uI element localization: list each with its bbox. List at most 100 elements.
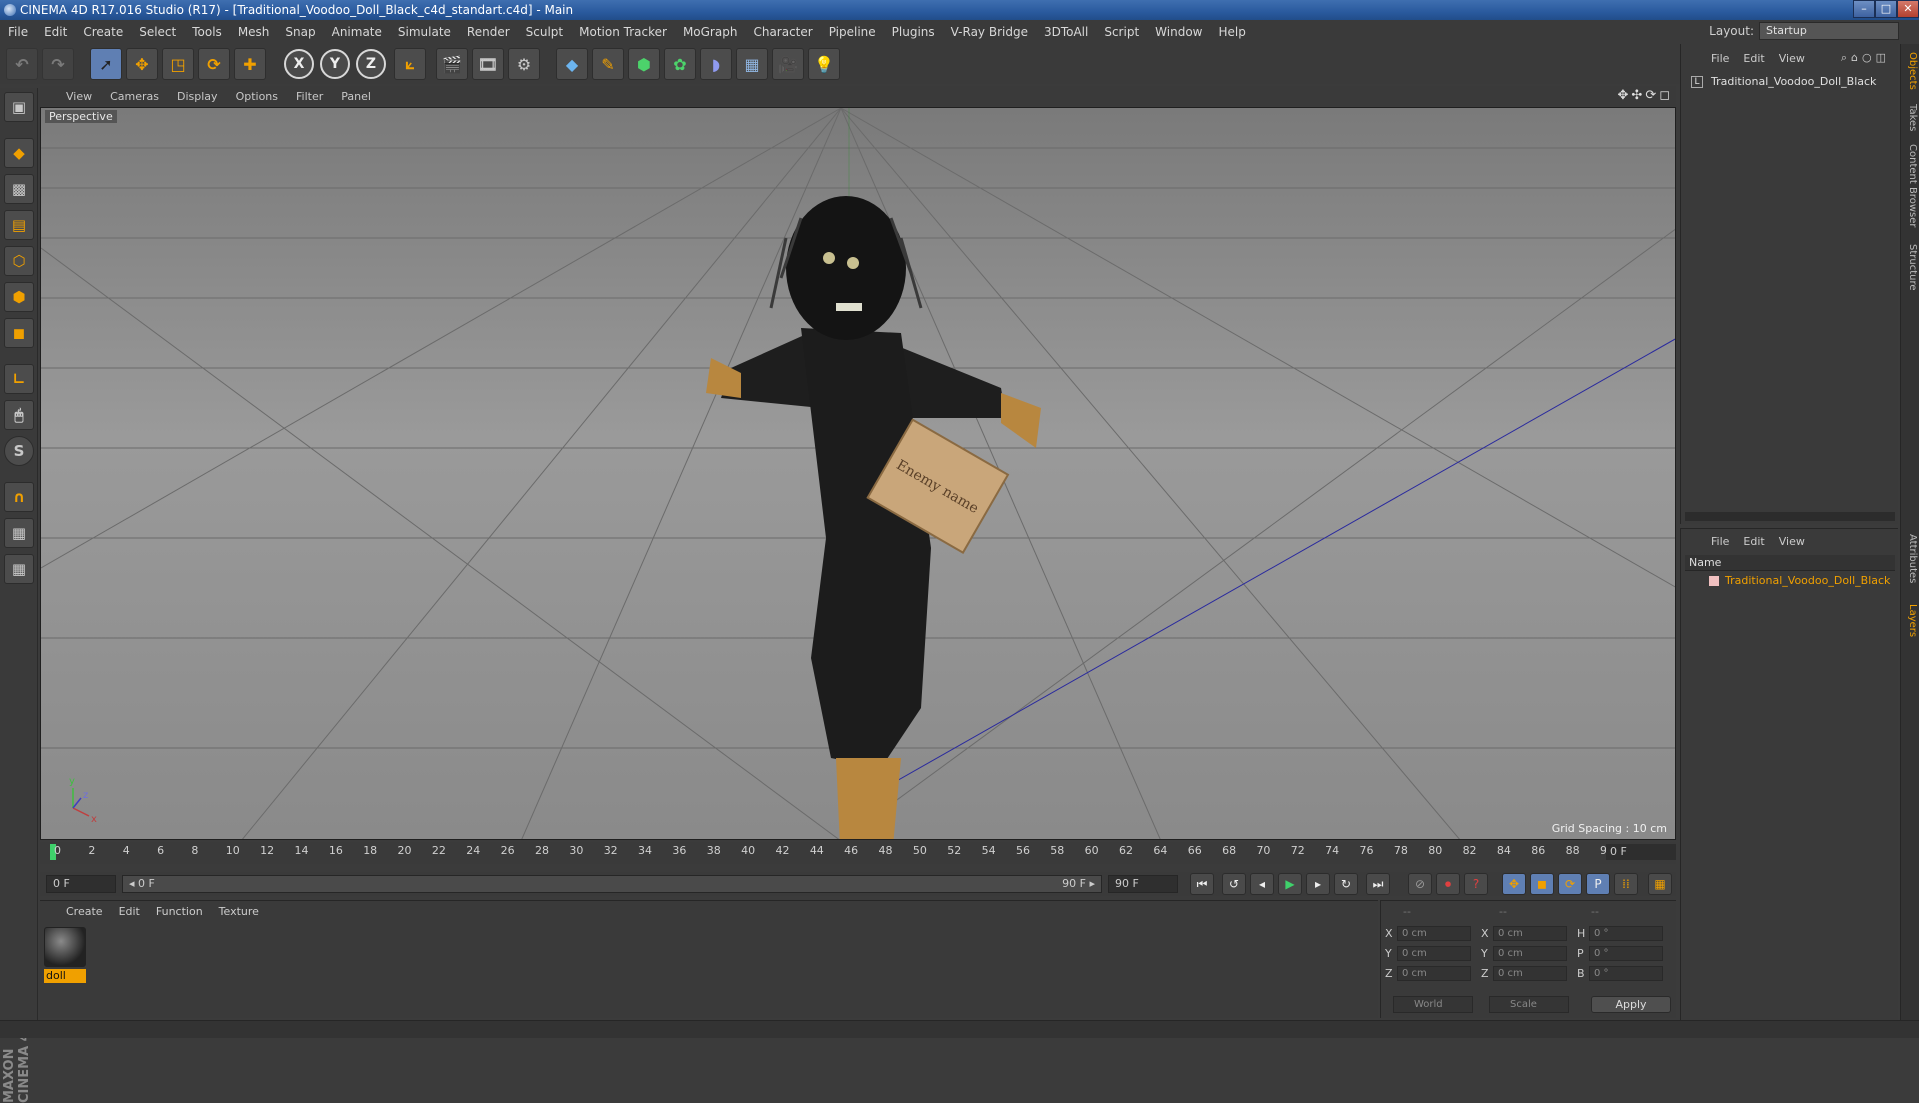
light-icon[interactable]: 💡 xyxy=(808,48,840,80)
position-z-field[interactable]: 0 cm xyxy=(1397,966,1471,981)
material-menu-create[interactable]: Create xyxy=(66,905,103,918)
next-key-button[interactable]: ↻ xyxy=(1334,873,1358,895)
tab-objects[interactable]: Objects xyxy=(1903,52,1918,90)
auto-key-button[interactable]: ? xyxy=(1464,873,1488,895)
z-axis-lock-button[interactable]: Z xyxy=(356,49,386,79)
timeline-window-icon[interactable]: ▦ xyxy=(1648,873,1672,895)
apply-button[interactable]: Apply xyxy=(1591,996,1671,1013)
material-swatch-doll[interactable] xyxy=(44,927,86,967)
menu-render[interactable]: Render xyxy=(467,25,510,39)
material-menu-texture[interactable]: Texture xyxy=(219,905,259,918)
object-menu-edit[interactable]: Edit xyxy=(1743,52,1764,65)
camera-icon[interactable]: 🎥 xyxy=(772,48,804,80)
layer-menu-edit[interactable]: Edit xyxy=(1743,535,1764,548)
timeline-ruler[interactable]: 0246810121416182022242628303234363840424… xyxy=(40,842,1676,864)
coord-mode-world-dropdown[interactable]: World xyxy=(1393,996,1473,1013)
object-menu-view[interactable]: View xyxy=(1779,52,1805,65)
record-disabled-button[interactable]: ⊘ xyxy=(1408,873,1432,895)
x-axis-lock-button[interactable]: X xyxy=(284,49,314,79)
snap-icon[interactable]: S xyxy=(4,436,34,466)
menu-snap[interactable]: Snap xyxy=(285,25,315,39)
tweak-mode-icon[interactable]: 🖱 xyxy=(4,400,34,430)
object-menu-file[interactable]: File xyxy=(1711,52,1729,65)
tab-structure[interactable]: Structure xyxy=(1903,244,1918,291)
minimize-button[interactable]: – xyxy=(1853,0,1875,18)
make-editable-icon[interactable]: ▣ xyxy=(4,92,34,122)
undo-icon[interactable]: ↶ xyxy=(6,48,38,80)
end-frame-field[interactable]: 90 F xyxy=(1108,875,1178,893)
tab-layers[interactable]: Layers xyxy=(1903,604,1918,637)
menu-tools[interactable]: Tools xyxy=(192,25,222,39)
layout-dropdown[interactable]: Startup xyxy=(1759,22,1899,40)
size-x-field[interactable]: 0 cm xyxy=(1493,926,1567,941)
deformer-icon[interactable]: ◗ xyxy=(700,48,732,80)
layer-menu-view[interactable]: View xyxy=(1779,535,1805,548)
planar-workplane-icon[interactable]: ▦ xyxy=(4,554,34,584)
material-menu-edit[interactable]: Edit xyxy=(119,905,140,918)
select-icon[interactable]: ➚ xyxy=(90,48,122,80)
menu-pipeline[interactable]: Pipeline xyxy=(829,25,876,39)
pen-icon[interactable]: ✎ xyxy=(592,48,624,80)
next-frame-button[interactable]: ▸ xyxy=(1306,873,1330,895)
viewport-menu-panel[interactable]: Panel xyxy=(341,90,371,103)
magnet-icon[interactable]: ∩ xyxy=(4,482,34,512)
subdivision-icon[interactable]: ⬢ xyxy=(628,48,660,80)
play-button[interactable]: ▶ xyxy=(1278,873,1302,895)
object-row-voodoo-doll[interactable]: L Traditional_Voodoo_Doll_Black xyxy=(1685,74,1895,90)
menu-help[interactable]: Help xyxy=(1218,25,1245,39)
current-frame-field[interactable]: 0 F xyxy=(1606,844,1676,860)
prev-key-button[interactable]: ↺ xyxy=(1222,873,1246,895)
goto-end-button[interactable]: ⏭ xyxy=(1366,873,1390,895)
points-mode-icon[interactable]: ⬡ xyxy=(4,246,34,276)
model-mode-icon[interactable]: ◆ xyxy=(4,138,34,168)
rotation-b-field[interactable]: 0 ° xyxy=(1589,966,1663,981)
perspective-viewport[interactable]: Enemy name y x z Perspective Grid Spacin… xyxy=(40,107,1676,840)
material-menu-function[interactable]: Function xyxy=(156,905,203,918)
redo-icon[interactable]: ↷ xyxy=(42,48,74,80)
viewport-label[interactable]: Perspective xyxy=(45,110,117,123)
coord-icon[interactable]: ⟀ xyxy=(394,48,426,80)
render-settings-icon[interactable]: ⚙ xyxy=(508,48,540,80)
polygons-mode-icon[interactable]: ◼ xyxy=(4,318,34,348)
menu-motion-tracker[interactable]: Motion Tracker xyxy=(579,25,667,39)
texture-mode-icon[interactable]: ▩ xyxy=(4,174,34,204)
menu-create[interactable]: Create xyxy=(83,25,123,39)
y-axis-lock-button[interactable]: Y xyxy=(320,49,350,79)
cinema4d-app-icon[interactable] xyxy=(4,4,16,16)
close-button[interactable]: ✕ xyxy=(1897,0,1919,18)
record-button[interactable]: ⏺ xyxy=(1436,873,1460,895)
menu-window[interactable]: Window xyxy=(1155,25,1202,39)
prev-frame-button[interactable]: ◂ xyxy=(1250,873,1274,895)
edges-mode-icon[interactable]: ⬢ xyxy=(4,282,34,312)
tab-attributes[interactable]: Attributes xyxy=(1903,534,1918,583)
menu-script[interactable]: Script xyxy=(1104,25,1139,39)
menu-vray-bridge[interactable]: V-Ray Bridge xyxy=(951,25,1028,39)
live-select-icon[interactable]: ✚ xyxy=(234,48,266,80)
position-y-field[interactable]: 0 cm xyxy=(1397,946,1471,961)
frame-range-slider[interactable]: ◂ 0 F 90 F ▸ xyxy=(122,875,1102,893)
move-icon[interactable]: ✥ xyxy=(126,48,158,80)
rotation-h-field[interactable]: 0 ° xyxy=(1589,926,1663,941)
tab-content-browser[interactable]: Content Browser xyxy=(1903,144,1918,227)
key-rotation-button[interactable]: ⟳ xyxy=(1558,873,1582,895)
menu-animate[interactable]: Animate xyxy=(332,25,382,39)
menu-3dtoall[interactable]: 3DToAll xyxy=(1044,25,1088,39)
start-frame-field[interactable]: 0 F xyxy=(46,875,116,893)
viewport-menu-options[interactable]: Options xyxy=(236,90,278,103)
menu-plugins[interactable]: Plugins xyxy=(892,25,935,39)
lock-workplane-icon[interactable]: ▦ xyxy=(4,518,34,548)
layer-menu-file[interactable]: File xyxy=(1711,535,1729,548)
layer-name-column-header[interactable]: Name xyxy=(1685,555,1895,571)
workplane-mode-icon[interactable]: ▤ xyxy=(4,210,34,240)
menu-simulate[interactable]: Simulate xyxy=(398,25,451,39)
key-position-button[interactable]: ✥ xyxy=(1502,873,1526,895)
floor-icon[interactable]: ▦ xyxy=(736,48,768,80)
rotate-icon[interactable]: ⟳ xyxy=(198,48,230,80)
material-name-doll[interactable]: doll xyxy=(44,969,86,983)
menu-sculpt[interactable]: Sculpt xyxy=(526,25,563,39)
maximize-button[interactable]: □ xyxy=(1875,0,1897,18)
rotation-p-field[interactable]: 0 ° xyxy=(1589,946,1663,961)
object-manager-search-icons[interactable]: ⌕⌂○◫ xyxy=(1841,51,1890,65)
key-pla-button[interactable]: ⁞⁞ xyxy=(1614,873,1638,895)
tab-takes[interactable]: Takes xyxy=(1903,104,1918,131)
